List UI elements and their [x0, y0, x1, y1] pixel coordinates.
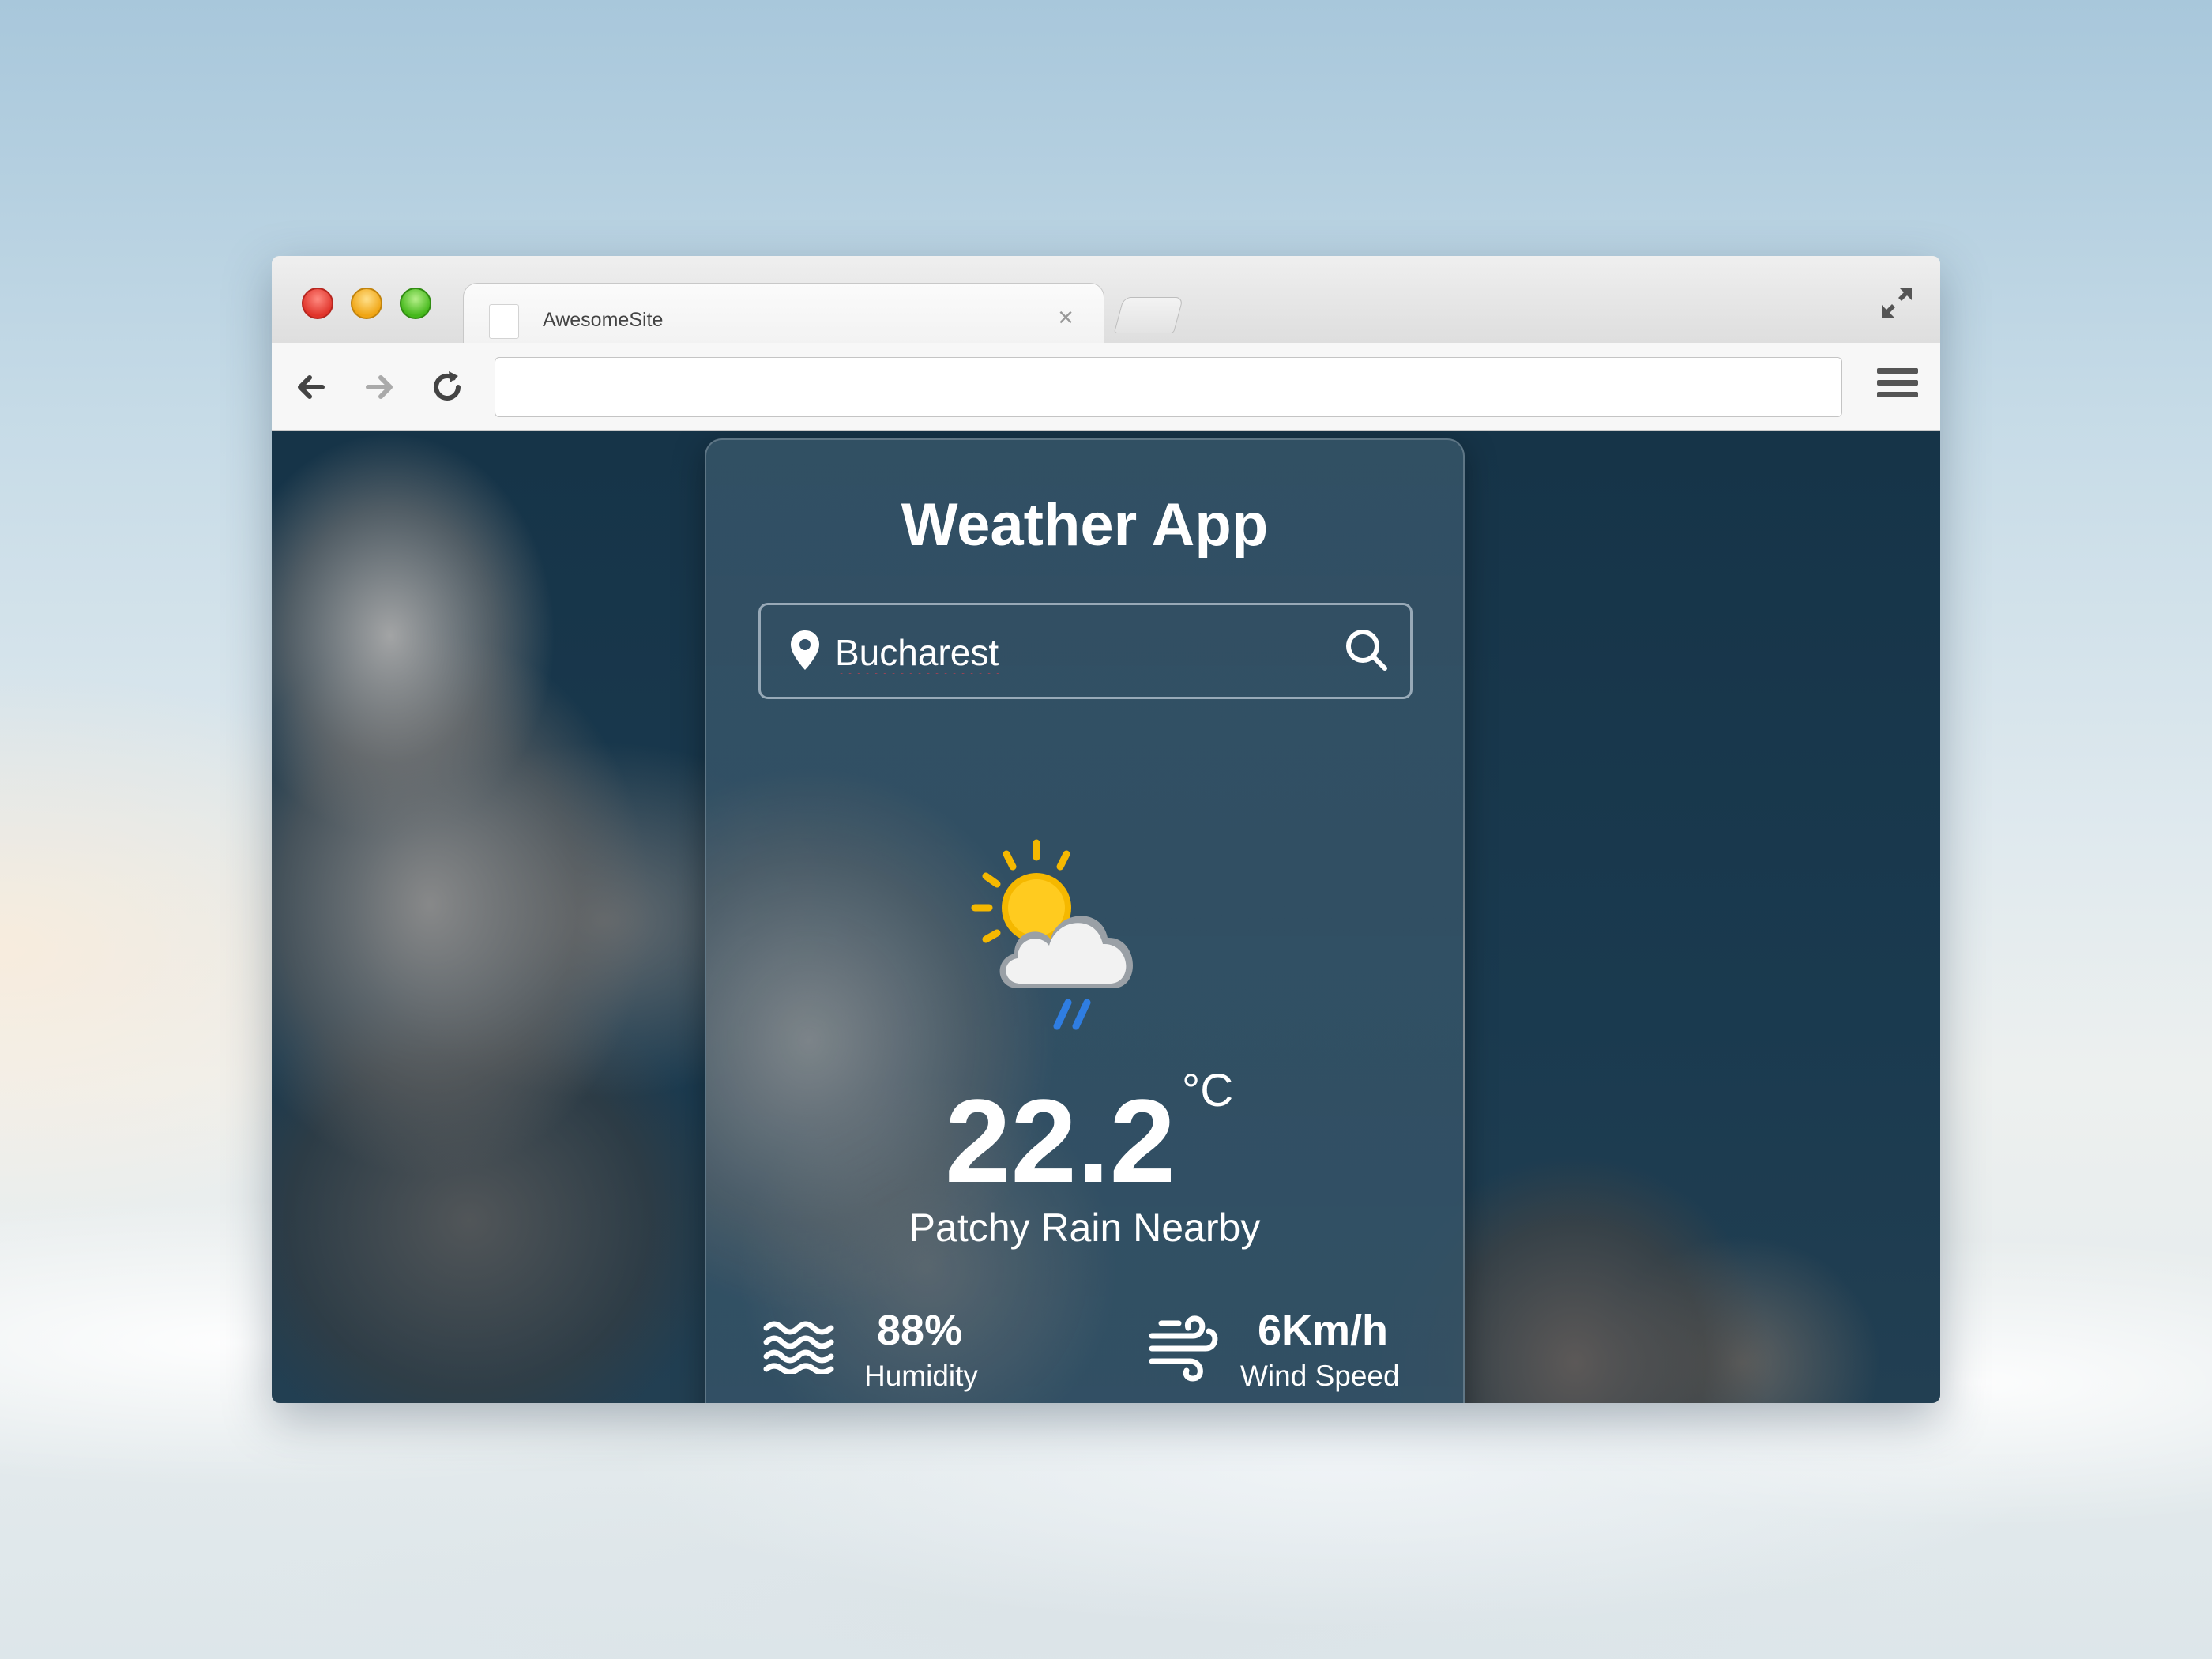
back-arrow-icon[interactable]: [291, 367, 332, 408]
page-viewport: Weather App Bucharest 22.2 °C Patchy Rai…: [272, 431, 1940, 1403]
expand-icon[interactable]: [1877, 283, 1917, 322]
weather-card: Weather App Bucharest 22.2 °C Patchy Rai…: [705, 438, 1465, 1403]
reload-icon[interactable]: [427, 367, 468, 408]
hamburger-menu-icon[interactable]: [1877, 368, 1918, 406]
tab-title: AwesomeSite: [543, 309, 664, 331]
address-bar[interactable]: [495, 357, 1842, 417]
browser-tab[interactable]: AwesomeSite ×: [463, 283, 1104, 345]
wind-speed-label: Wind Speed: [1240, 1360, 1400, 1392]
browser-toolbar: [272, 343, 1940, 431]
wind-icon: [1149, 1315, 1218, 1382]
browser-titlebar: AwesomeSite ×: [272, 256, 1940, 345]
waves-icon: [763, 1321, 834, 1374]
city-search-input[interactable]: [833, 624, 1311, 681]
tab-close-button[interactable]: ×: [1058, 304, 1074, 331]
weather-condition: Patchy Rain Nearby: [908, 1206, 1261, 1250]
close-window-button[interactable]: [302, 288, 333, 319]
maximize-window-button[interactable]: [400, 288, 431, 319]
city-search-box: [758, 603, 1413, 699]
sun-cloud-rain-icon: [971, 839, 1133, 1030]
forward-arrow-icon[interactable]: [359, 367, 400, 408]
temperature-value: 22.2: [945, 1074, 1176, 1207]
new-tab-button[interactable]: [1113, 297, 1184, 333]
wind-speed-value: 6Km/h: [1258, 1307, 1389, 1354]
minimize-window-button[interactable]: [351, 288, 382, 319]
page-favicon-icon: [489, 304, 519, 339]
location-pin-icon: [791, 630, 819, 670]
app-title: Weather App: [901, 491, 1269, 559]
magnifier-icon[interactable]: [1342, 626, 1391, 675]
browser-window: AwesomeSite × Weather App Bucharest 22.2…: [272, 256, 1940, 1403]
temperature-unit: °C: [1182, 1065, 1234, 1116]
humidity-label: Humidity: [864, 1360, 978, 1392]
humidity-value: 88%: [877, 1307, 963, 1354]
